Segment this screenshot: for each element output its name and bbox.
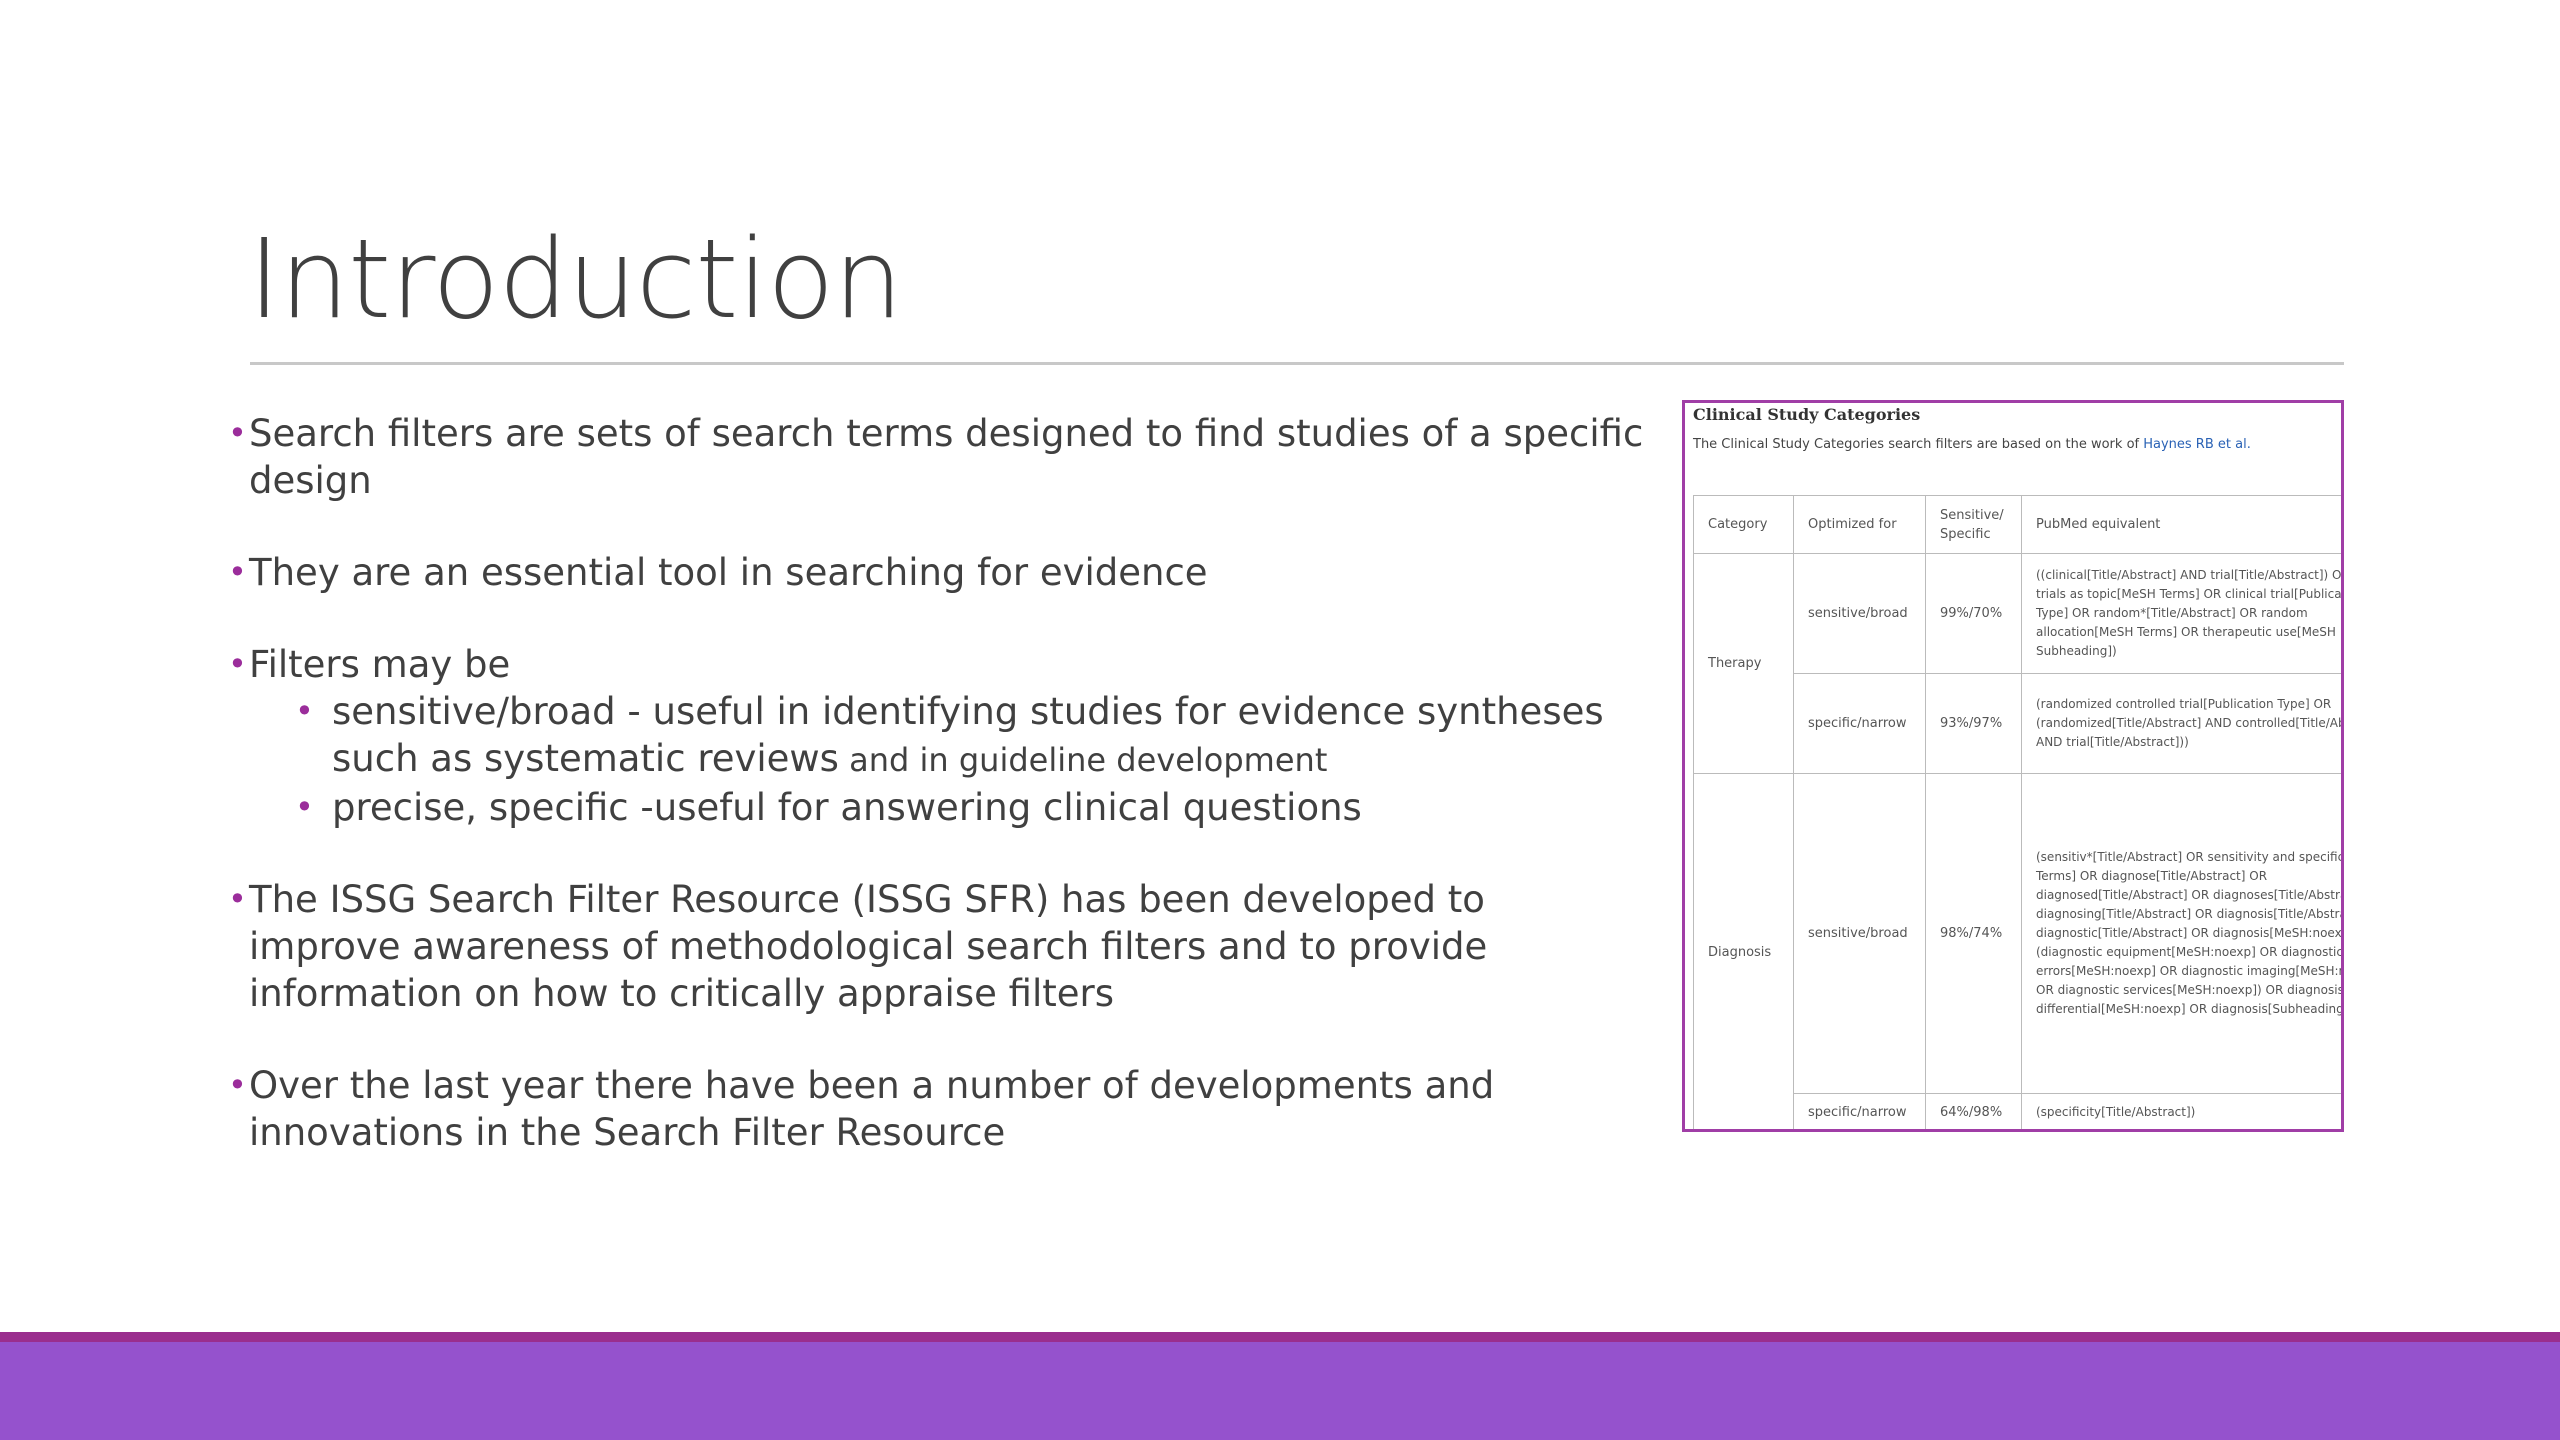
column-header: Optimized for: [1793, 495, 1926, 554]
title-divider: [250, 362, 2344, 365]
bullet-search-filters: Search filters are sets of search terms …: [228, 410, 1648, 504]
value-cell: 64%/98%: [1925, 1093, 2022, 1129]
column-header: Sensitive/ Specific: [1925, 495, 2022, 554]
screenshot-description-text: The Clinical Study Categories search fil…: [1693, 437, 2144, 452]
bullet-developments: Over the last year there have been a num…: [228, 1062, 1648, 1156]
sub-bullet-precise-specific: precise, specific -useful for answering …: [249, 784, 1648, 831]
table-row: Diagnosis sensitive/broad 98%/74% (sensi…: [1693, 773, 2341, 1129]
pubmed-cell: (randomized controlled trial[Publication…: [2021, 673, 2341, 774]
optimized-cell: specific/narrow: [1793, 673, 1926, 774]
clinical-study-categories-screenshot: Clinical Study Categories The Clinical S…: [1682, 400, 2344, 1132]
haynes-link[interactable]: Haynes RB et al.: [2143, 437, 2251, 452]
bullet-issg-sfr: The ISSG Search Filter Resource (ISSG SF…: [228, 876, 1648, 1017]
category-cell: Therapy: [1693, 553, 1794, 774]
column-header: PubMed equivalent: [2021, 495, 2341, 554]
value-cell: 99%/70%: [1925, 553, 2022, 674]
table-row: Therapy sensitive/broad 99%/70% ((clinic…: [1693, 553, 2341, 774]
sub-bullet-sensitive-broad-tail: and in guideline development: [838, 741, 1328, 779]
pubmed-cell: (sensitiv*[Title/Abstract] OR sensitivit…: [2021, 773, 2341, 1094]
sub-bullet-sensitive-broad: sensitive/broad - useful in identifying …: [249, 688, 1648, 784]
value-cell: 93%/97%: [1925, 673, 2022, 774]
pubmed-cell: ((clinical[Title/Abstract] AND trial[Tit…: [2021, 553, 2341, 674]
bullet-filters-may-be: Filters may be sensitive/broad - useful …: [228, 641, 1648, 831]
bullet-essential-tool: They are an essential tool in searching …: [228, 549, 1648, 596]
bullet-list: Search filters are sets of search terms …: [228, 410, 1648, 1201]
screenshot-description: The Clinical Study Categories search fil…: [1693, 437, 2251, 452]
category-cell: Diagnosis: [1693, 773, 1794, 1129]
column-header: Category: [1693, 495, 1794, 554]
value-cell: 98%/74%: [1925, 773, 2022, 1094]
optimized-cell: sensitive/broad: [1793, 553, 1926, 674]
table-header-row: Category Optimized for Sensitive/ Specif…: [1693, 495, 2341, 554]
pubmed-cell: (specificity[Title/Abstract]): [2021, 1093, 2341, 1129]
footer-bar: [0, 1332, 2560, 1440]
optimized-cell: specific/narrow: [1793, 1093, 1926, 1129]
optimized-cell: sensitive/broad: [1793, 773, 1926, 1094]
bullet-filters-may-be-text: Filters may be: [249, 643, 511, 686]
slide-title: Introduction: [248, 215, 903, 343]
clinical-categories-table: Category Optimized for Sensitive/ Specif…: [1693, 495, 2341, 1129]
screenshot-heading: Clinical Study Categories: [1693, 405, 1921, 424]
